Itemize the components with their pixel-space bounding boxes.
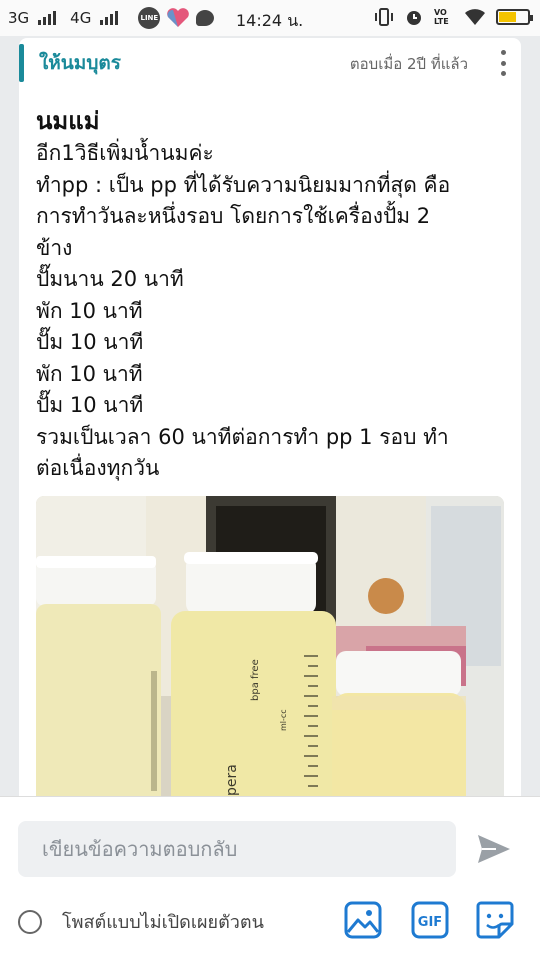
battery-icon — [496, 9, 533, 25]
vibrate-icon — [375, 8, 393, 26]
anonymous-post-label: โพสต์แบบไม่เปิดเผยตัวตน — [62, 912, 264, 933]
post-line: ทำpp : เป็น pp ที่ได้รับความนิยมมากที่สุ… — [36, 172, 451, 197]
post-line: พัก 10 นาที — [36, 361, 143, 386]
signal-icon — [100, 11, 119, 25]
post-header: ให้นมบุตร ตอบเมื่อ 2ปี ที่แล้ว — [19, 38, 521, 88]
post-line: พัก 10 นาที — [36, 298, 143, 323]
line-app-icon: LINE — [138, 7, 161, 29]
bottle-unit-text: ml-cc — [279, 709, 288, 731]
heart-app-icon — [167, 8, 190, 27]
network-4g-label: 4G — [70, 9, 92, 27]
network-3g-label: 3G — [8, 9, 30, 27]
post-line: ปั๊ม 10 นาที — [36, 330, 144, 354]
post-body: อีก1วิธีเพิ่มน้ำนมค่ะ ทำpp : เป็น pp ที่… — [36, 138, 506, 485]
more-options-icon[interactable] — [499, 50, 507, 76]
reply-input[interactable] — [18, 821, 456, 877]
post-line: ต่อเนื่องทุกวัน — [36, 456, 160, 480]
post-title: นมแม่ — [36, 107, 100, 135]
alarm-icon — [407, 11, 421, 25]
post-line: อีก1วิธีเพิ่มน้ำนมค่ะ — [36, 141, 214, 165]
post-line: ข้าง — [36, 235, 73, 260]
post-line: รวมเป็นเวลา 60 นาทีต่อการทำ pp 1 รอบ ทำ — [36, 424, 449, 449]
image-upload-icon[interactable] — [343, 900, 383, 940]
radio-button[interactable] — [18, 909, 42, 934]
bottle-bpa-text: bpa free — [250, 659, 261, 701]
category-label[interactable]: ให้นมบุตร — [39, 48, 121, 78]
wifi-icon — [465, 9, 485, 25]
reply-time: ตอบเมื่อ 2ปี ที่แล้ว — [349, 55, 468, 73]
reply-panel: โพสต์แบบไม่เปิดเผยตัวตน GIF — [0, 796, 540, 960]
chat-app-icon — [196, 10, 215, 26]
status-time: 14:24 น. — [236, 11, 304, 30]
post-photo[interactable]: pera bpa free ml-cc — [36, 496, 504, 818]
status-bar-right: VO LTE — [374, 7, 533, 27]
lte-label: VO LTE — [434, 8, 449, 26]
breast-milk-bottles-photo: pera bpa free ml-cc — [36, 496, 504, 818]
status-bar-left: 3G 4G LINE — [8, 7, 215, 29]
post-card: ให้นมบุตร ตอบเมื่อ 2ปี ที่แล้ว นมแม่ อีก… — [19, 38, 521, 818]
post-line: ปั๊มนาน 20 นาที — [36, 267, 184, 291]
sticker-icon[interactable] — [475, 900, 515, 940]
anonymous-post-toggle[interactable]: โพสต์แบบไม่เปิดเผยตัวตน — [18, 907, 264, 936]
gif-icon[interactable]: GIF — [410, 900, 450, 940]
send-icon[interactable] — [476, 833, 512, 865]
post-line: ปั๊ม 10 นาที — [36, 393, 144, 417]
bottle-brand-text: pera — [224, 764, 240, 796]
signal-icon — [38, 11, 57, 25]
post-line: การทำวันละหนึ่งรอบ โดยการใช้เครื่องปั้ม … — [36, 204, 431, 228]
status-bar: 3G 4G LINE 14:24 น. VO LTE — [0, 0, 540, 36]
gif-label: GIF — [418, 915, 442, 930]
